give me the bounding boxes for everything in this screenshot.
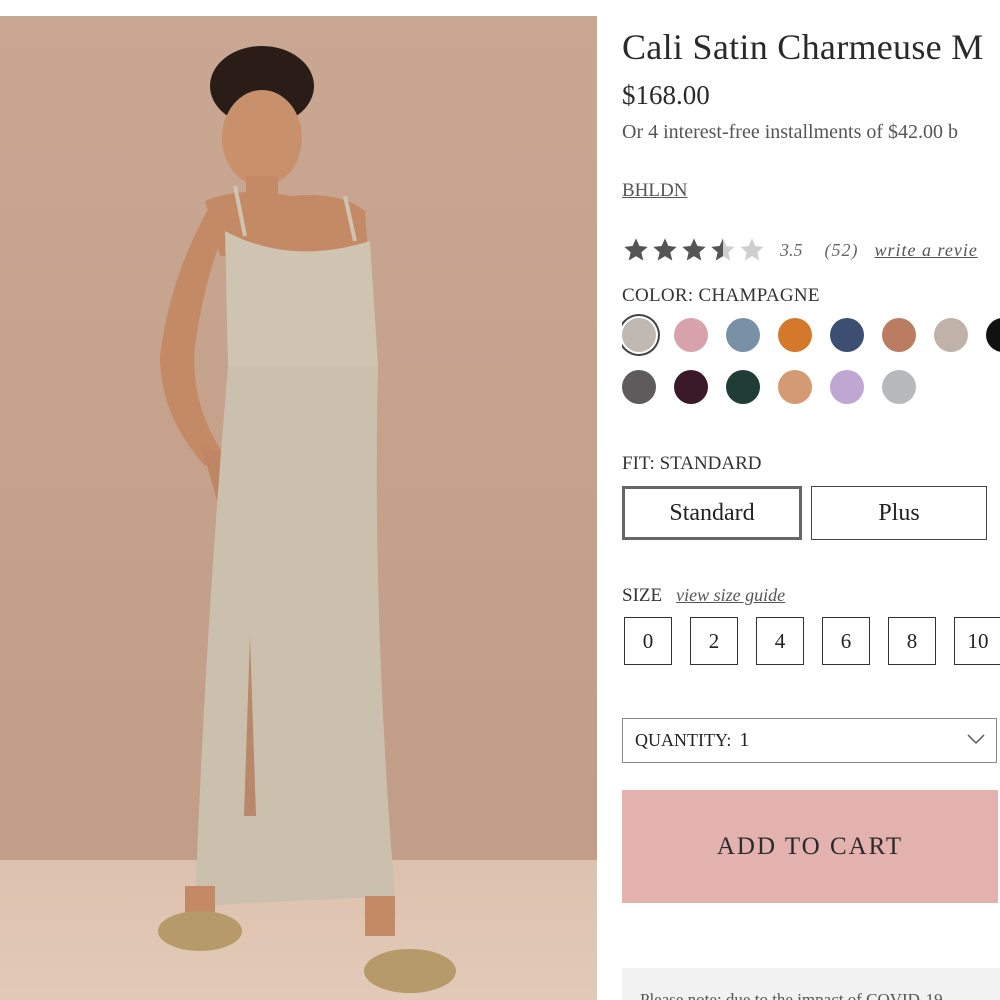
- color-swatch[interactable]: [622, 370, 656, 404]
- color-swatch[interactable]: [934, 318, 968, 352]
- size-options: 0 2 4 6 8 10: [624, 617, 1000, 665]
- color-swatch[interactable]: [882, 318, 916, 352]
- color-label: COLOR: CHAMPAGNE: [622, 285, 820, 306]
- installments-text: Or 4 interest-free installments of $42.0…: [622, 121, 959, 143]
- product-title: Cali Satin Charmeuse M: [622, 27, 984, 67]
- quantity-label: QUANTITY:: [635, 730, 732, 750]
- size-option-6[interactable]: 6: [822, 617, 870, 665]
- color-swatch[interactable]: [830, 370, 864, 404]
- color-swatch[interactable]: [622, 318, 656, 352]
- product-image[interactable]: [0, 16, 597, 1000]
- fit-standard-button[interactable]: Standard: [622, 486, 802, 540]
- size-guide-link[interactable]: view size guide: [676, 585, 785, 605]
- size-label-row: SIZE view size guide: [622, 585, 785, 607]
- size-option-2[interactable]: 2: [690, 617, 738, 665]
- color-swatch[interactable]: [882, 370, 916, 404]
- covid-notice: Please note: due to the impact of COVID-…: [622, 968, 1000, 1000]
- rating-row: 3.5 (52) write a revie: [622, 236, 978, 264]
- chevron-down-icon: [967, 734, 985, 745]
- color-swatch[interactable]: [830, 318, 864, 352]
- size-option-8[interactable]: 8: [888, 617, 936, 665]
- fit-plus-button[interactable]: Plus: [811, 486, 987, 540]
- color-swatch[interactable]: [986, 318, 1000, 352]
- size-label: SIZE: [622, 585, 663, 606]
- quantity-select[interactable]: QUANTITY: 1: [622, 718, 997, 763]
- product-price: $168.00: [622, 80, 710, 110]
- quantity-value: 1: [739, 729, 750, 751]
- size-option-10[interactable]: 10: [954, 617, 1000, 665]
- write-review-link[interactable]: write a revie: [875, 240, 978, 261]
- size-option-0[interactable]: 0: [624, 617, 672, 665]
- color-swatch[interactable]: [778, 370, 812, 404]
- color-swatch[interactable]: [674, 370, 708, 404]
- star-icon: [711, 238, 735, 261]
- color-swatches-row-2: [622, 370, 916, 404]
- star-icon: [624, 238, 648, 261]
- color-swatch[interactable]: [726, 370, 760, 404]
- product-details-panel: Cali Satin Charmeuse M $168.00 Or 4 inte…: [622, 0, 1000, 1000]
- fit-label: FIT: STANDARD: [622, 453, 762, 474]
- color-swatches-row-1: [622, 318, 1000, 352]
- brand-link[interactable]: BHLDN: [622, 180, 687, 202]
- color-swatch[interactable]: [674, 318, 708, 352]
- size-option-4[interactable]: 4: [756, 617, 804, 665]
- rating-value: 3.5: [780, 239, 803, 260]
- color-swatch[interactable]: [778, 318, 812, 352]
- color-swatch[interactable]: [726, 318, 760, 352]
- star-icon: [653, 238, 677, 261]
- review-count[interactable]: (52): [825, 240, 859, 261]
- model-illustration: [158, 46, 456, 993]
- add-to-cart-button[interactable]: ADD TO CART: [622, 790, 998, 903]
- star-rating: [622, 236, 766, 264]
- star-icon: [740, 238, 764, 261]
- star-icon: [682, 238, 706, 261]
